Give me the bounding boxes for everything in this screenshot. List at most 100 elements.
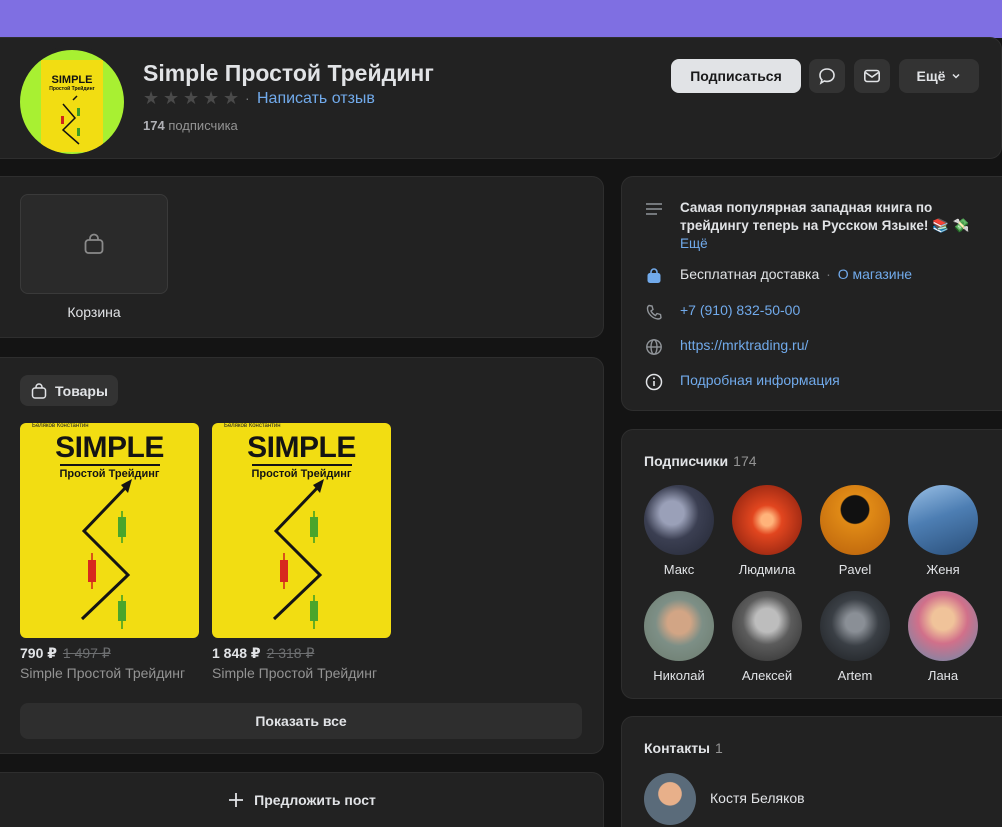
subscribers-title[interactable]: Подписчики 174	[644, 453, 757, 469]
cover-band	[0, 0, 1002, 38]
subscriber-item[interactable]: Лана	[903, 591, 983, 683]
avatar	[732, 591, 802, 661]
envelope-icon	[863, 69, 880, 83]
contacts-card: Контакты 1 Костя Беляков	[621, 716, 1002, 827]
trading-chart-graphic	[272, 479, 324, 629]
subscribers-title-label: Подписчики	[644, 453, 729, 469]
star-icon: ★	[143, 88, 160, 108]
website-link[interactable]: https://mrktrading.ru/	[680, 337, 808, 353]
avatar	[908, 591, 978, 661]
more-button[interactable]: Ещё	[899, 59, 979, 93]
community-description: Самая популярная западная книга по трейд…	[680, 200, 970, 233]
contact-name[interactable]: Костя Беляков	[710, 790, 805, 806]
description-more-link[interactable]: Ещё	[680, 236, 708, 251]
subscriber-count-number: 174	[143, 118, 165, 133]
subscriber-count-label: подписчика	[168, 118, 238, 133]
subscribe-button[interactable]: Подписаться	[671, 59, 801, 93]
phone-row: +7 (910) 832-50-00	[644, 302, 800, 322]
avatar[interactable]	[644, 773, 696, 825]
suggest-post-button[interactable]: Предложить пост	[0, 791, 603, 809]
avatar-book-cover: SIMPLE Простой Трейдинг	[41, 60, 103, 152]
delivery-row: Бесплатная доставка · О магазине	[644, 266, 912, 286]
cart-card: Корзина	[0, 176, 604, 338]
avatar	[644, 485, 714, 555]
star-icon: ★	[223, 88, 240, 108]
subscriber-name: Pavel	[838, 562, 872, 577]
plus-icon	[229, 793, 244, 807]
goods-card: Товары Беляков Константин SIMPLE Простой…	[0, 357, 604, 754]
product-price: 1 848 ₽ 2 318 ₽	[212, 645, 392, 662]
website-row: https://mrktrading.ru/	[644, 337, 808, 357]
phone-link[interactable]: +7 (910) 832-50-00	[680, 302, 800, 318]
community-name: Simple Простой Трейдинг	[143, 60, 434, 86]
suggest-post-card: Предложить пост	[0, 772, 604, 827]
star-icon: ★	[203, 88, 220, 108]
community-avatar[interactable]: SIMPLE Простой Трейдинг	[16, 46, 128, 158]
suggest-post-label: Предложить пост	[254, 792, 376, 808]
contacts-title-label: Контакты	[644, 740, 711, 756]
about-shop-link[interactable]: О магазине	[838, 266, 912, 282]
subscriber-name: Женя	[926, 562, 960, 577]
avatar	[644, 591, 714, 661]
subscriber-name: Алексей	[741, 668, 793, 683]
contacts-title[interactable]: Контакты 1	[644, 740, 723, 756]
goods-heading-button[interactable]: Товары	[20, 375, 118, 406]
goods-title: Товары	[55, 382, 108, 399]
avatar-image: SIMPLE Простой Трейдинг	[20, 50, 124, 154]
details-row: Подробная информация	[644, 372, 840, 392]
current-price: 1 848 ₽	[212, 645, 261, 661]
star-icon: ★	[163, 88, 180, 108]
phone-icon	[644, 302, 664, 322]
subscriber-item[interactable]: Людмила	[727, 485, 807, 577]
product-card[interactable]: Беляков Константин SIMPLE Простой Трейди…	[20, 423, 200, 681]
subscriber-item[interactable]: Женя	[903, 485, 983, 577]
subscriber-name: Макс	[663, 562, 695, 577]
message-button[interactable]	[809, 59, 845, 93]
text-lines-icon	[644, 199, 664, 219]
trading-chart-graphic	[80, 479, 132, 629]
product-image[interactable]: Беляков Константин SIMPLE Простой Трейди…	[212, 423, 391, 638]
more-button-label: Ещё	[916, 68, 946, 84]
info-card: Самая популярная западная книга по трейд…	[621, 176, 1002, 411]
old-price: 2 318 ₽	[266, 645, 315, 661]
community-header: SIMPLE Простой Трейдинг Simple Простой Т…	[0, 37, 1002, 159]
shopping-bag-icon	[31, 382, 47, 399]
chevron-down-icon	[952, 73, 960, 79]
shopping-bag-icon	[84, 233, 104, 254]
show-all-button[interactable]: Показать все	[20, 703, 582, 739]
chart-graphic	[61, 95, 80, 145]
details-link[interactable]: Подробная информация	[680, 372, 840, 388]
globe-icon	[644, 337, 664, 357]
subscriber-name: Николай	[653, 668, 705, 683]
contacts-count: 1	[715, 740, 723, 756]
delivery-text: Бесплатная доставка	[680, 266, 820, 282]
mail-button[interactable]	[854, 59, 890, 93]
delivery-separator: ·	[826, 266, 831, 282]
product-card[interactable]: Беляков Константин SIMPLE Простой Трейди…	[212, 423, 392, 681]
subscriber-name: Лана	[927, 668, 959, 683]
description-row: Самая популярная западная книга по трейд…	[644, 199, 980, 253]
current-price: 790 ₽	[20, 645, 57, 661]
product-title[interactable]: Simple Простой Трейдинг	[212, 665, 388, 681]
subscriber-name: Artem	[837, 668, 873, 683]
shopping-bag-icon	[644, 266, 664, 286]
subscriber-item[interactable]: Алексей	[727, 591, 807, 683]
avatar	[908, 485, 978, 555]
subscriber-item[interactable]: Макс	[639, 485, 719, 577]
cart-button[interactable]	[20, 194, 168, 294]
subscriber-item[interactable]: Artem	[815, 591, 895, 683]
write-review-link[interactable]: Написать отзыв	[257, 90, 375, 108]
product-image[interactable]: Беляков Константин SIMPLE Простой Трейди…	[20, 423, 199, 638]
subscriber-item[interactable]: Николай	[639, 591, 719, 683]
rating-stars[interactable]: ★ ★ ★ ★ ★	[143, 88, 240, 108]
product-title[interactable]: Simple Простой Трейдинг	[20, 665, 196, 681]
subscribers-card: Подписчики 174 Макс Людмила Pavel Женя Ни…	[621, 429, 1002, 699]
avatar	[820, 485, 890, 555]
subscriber-count[interactable]: 174 подписчика	[143, 118, 238, 133]
star-icon: ★	[183, 88, 200, 108]
old-price: 1 497 ₽	[62, 645, 111, 661]
info-icon	[644, 372, 664, 392]
subscriber-item[interactable]: Pavel	[815, 485, 895, 577]
subscriber-name: Людмила	[738, 562, 796, 577]
cart-label[interactable]: Корзина	[20, 304, 168, 320]
